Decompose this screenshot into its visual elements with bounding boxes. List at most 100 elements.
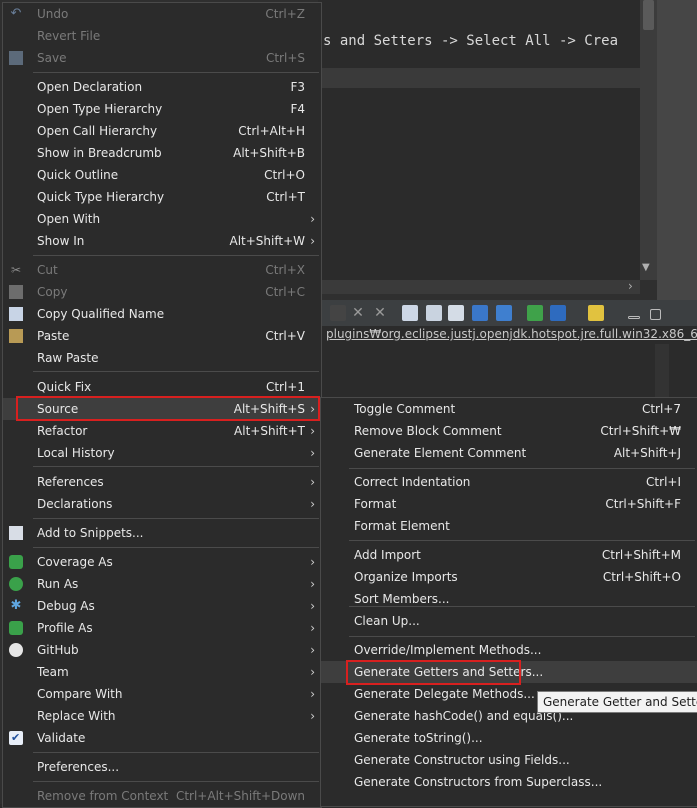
source-item-generate-tostring[interactable]: Generate toString()... xyxy=(321,727,697,749)
menu-item-shortcut: Alt+Shift+T xyxy=(234,424,305,438)
menu-item-label: Save xyxy=(37,51,67,65)
menu-item-label: Open Declaration xyxy=(37,80,143,94)
menu-item-quick-type-hierarchy[interactable]: Quick Type Hierarchy Ctrl+T xyxy=(3,186,321,208)
console-icon[interactable] xyxy=(472,305,488,321)
current-line-highlight xyxy=(318,68,640,88)
menu-item-copy-qualified-name[interactable]: Copy Qualified Name xyxy=(3,303,321,325)
github-icon xyxy=(9,643,23,657)
menu-item-label: Local History xyxy=(37,446,115,460)
menu-item-references[interactable]: References › xyxy=(3,471,321,493)
menu-separator xyxy=(33,518,319,519)
menu-item-label: Quick Fix xyxy=(37,380,92,394)
menu-item-quick-fix[interactable]: Quick Fix Ctrl+1 xyxy=(3,376,321,398)
menu-item-show-in-breadcrumb[interactable]: Show in Breadcrumb Alt+Shift+B xyxy=(3,142,321,164)
console-path: plugins₩org.eclipse.justj.openjdk.hotspo… xyxy=(318,326,697,344)
console-icon[interactable] xyxy=(496,305,512,321)
document-icon[interactable] xyxy=(426,305,442,321)
menu-item-open-declaration[interactable]: Open Declaration F3 xyxy=(3,76,321,98)
menu-item-revert-file: Revert File xyxy=(3,25,321,47)
remove-all-icon[interactable]: ✕ xyxy=(372,305,388,321)
menu-item-compare-with[interactable]: Compare With › xyxy=(3,683,321,705)
source-item-generate-element-comment[interactable]: Generate Element Comment Alt+Shift+J xyxy=(321,442,697,464)
toolbar-icon[interactable] xyxy=(330,305,346,321)
menu-item-profile-as[interactable]: Profile As › xyxy=(3,617,321,639)
menu-item-run-as[interactable]: Run As › xyxy=(3,573,321,595)
menu-item-label: Show in Breadcrumb xyxy=(37,146,162,160)
menu-separator xyxy=(349,606,695,607)
menu-separator xyxy=(349,540,695,541)
menu-item-validate[interactable]: ✔ Validate xyxy=(3,727,321,749)
menu-item-add-to-snippets[interactable]: Add to Snippets... xyxy=(3,522,321,544)
menu-item-local-history[interactable]: Local History › xyxy=(3,442,321,464)
menu-item-label: Open Type Hierarchy xyxy=(37,102,163,116)
menu-item-open-with[interactable]: Open With › xyxy=(3,208,321,230)
source-item-organize-imports[interactable]: Organize Imports Ctrl+Shift+O xyxy=(321,566,697,588)
menu-item-label: Format xyxy=(354,497,397,511)
submenu-arrow-icon: › xyxy=(310,709,315,723)
submenu-arrow-icon: › xyxy=(310,599,315,613)
source-item-format-element[interactable]: Format Element xyxy=(321,515,697,537)
document-icon[interactable] xyxy=(402,305,418,321)
menu-item-open-call-hierarchy[interactable]: Open Call Hierarchy Ctrl+Alt+H xyxy=(3,120,321,142)
display-icon[interactable] xyxy=(527,305,543,321)
menu-item-open-type-hierarchy[interactable]: Open Type Hierarchy F4 xyxy=(3,98,321,120)
source-item-toggle-comment[interactable]: Toggle Comment Ctrl+7 xyxy=(321,398,697,420)
submenu-arrow-icon: › xyxy=(310,424,315,438)
console-output[interactable] xyxy=(318,344,697,404)
scroll-down-icon[interactable]: ▼ xyxy=(642,262,650,273)
menu-item-copy: Copy Ctrl+C xyxy=(3,281,321,303)
copy-qualified-icon xyxy=(9,307,23,321)
new-console-icon[interactable] xyxy=(588,305,604,321)
menu-item-shortcut: Ctrl+Shift+₩ xyxy=(600,424,681,438)
source-item-format[interactable]: Format Ctrl+Shift+F xyxy=(321,493,697,515)
menu-item-declarations[interactable]: Declarations › xyxy=(3,493,321,515)
source-item-clean-up[interactable]: Clean Up... xyxy=(321,610,697,632)
scroll-right-icon[interactable]: › xyxy=(628,279,633,293)
tooltip: Generate Getter and Setter M xyxy=(537,691,697,713)
menu-item-shortcut: Ctrl+Z xyxy=(265,7,305,21)
source-item-remove-block-comment[interactable]: Remove Block Comment Ctrl+Shift+₩ xyxy=(321,420,697,442)
menu-item-preferences[interactable]: Preferences... xyxy=(3,756,321,778)
vertical-scrollbar[interactable] xyxy=(640,0,657,280)
submenu-arrow-icon: › xyxy=(310,234,315,248)
menu-item-refactor[interactable]: Refactor Alt+Shift+T › xyxy=(3,420,321,442)
menu-item-quick-outline[interactable]: Quick Outline Ctrl+O xyxy=(3,164,321,186)
minimize-icon[interactable] xyxy=(628,316,640,319)
maximize-icon[interactable] xyxy=(650,309,661,320)
submenu-arrow-icon: › xyxy=(310,497,315,511)
menu-item-paste[interactable]: Paste Ctrl+V xyxy=(3,325,321,347)
menu-separator xyxy=(33,781,319,782)
menu-separator xyxy=(33,255,319,256)
scrollbar-thumb[interactable] xyxy=(643,0,654,30)
menu-item-label: Generate toString()... xyxy=(354,731,483,745)
console-scrollbar[interactable] xyxy=(655,344,669,404)
horizontal-scrollbar[interactable] xyxy=(318,280,640,294)
menu-item-label: Cut xyxy=(37,263,58,277)
pin-icon[interactable] xyxy=(550,305,566,321)
menu-item-label: Generate Constructor using Fields... xyxy=(354,753,570,767)
menu-item-label: Organize Imports xyxy=(354,570,458,584)
menu-item-label: Debug As xyxy=(37,599,95,613)
menu-item-label: Declarations xyxy=(37,497,113,511)
source-item-generate-constructor-using-fields[interactable]: Generate Constructor using Fields... xyxy=(321,749,697,771)
source-item-correct-indentation[interactable]: Correct Indentation Ctrl+I xyxy=(321,471,697,493)
menu-separator xyxy=(349,468,695,469)
source-item-override-implement-methods[interactable]: Override/Implement Methods... xyxy=(321,639,697,661)
menu-item-debug-as[interactable]: ✱ Debug As › xyxy=(3,595,321,617)
menu-item-shortcut: Ctrl+O xyxy=(264,168,305,182)
menu-item-github[interactable]: GitHub › xyxy=(3,639,321,661)
code-line: s and Setters -> Select All -> Crea xyxy=(323,33,619,49)
menu-item-shortcut: Ctrl+X xyxy=(265,263,305,277)
highlight-box xyxy=(346,660,521,685)
menu-separator xyxy=(33,371,319,372)
source-item-generate-constructors-from-superclass[interactable]: Generate Constructors from Superclass... xyxy=(321,771,697,793)
menu-item-team[interactable]: Team › xyxy=(3,661,321,683)
source-item-add-import[interactable]: Add Import Ctrl+Shift+M xyxy=(321,544,697,566)
menu-item-show-in[interactable]: Show In Alt+Shift+W › xyxy=(3,230,321,252)
menu-item-replace-with[interactable]: Replace With › xyxy=(3,705,321,727)
menu-item-coverage-as[interactable]: Coverage As › xyxy=(3,551,321,573)
document-icon[interactable] xyxy=(448,305,464,321)
menu-item-label: Preferences... xyxy=(37,760,120,774)
menu-item-raw-paste[interactable]: Raw Paste xyxy=(3,347,321,369)
remove-icon[interactable]: ✕ xyxy=(350,305,366,321)
